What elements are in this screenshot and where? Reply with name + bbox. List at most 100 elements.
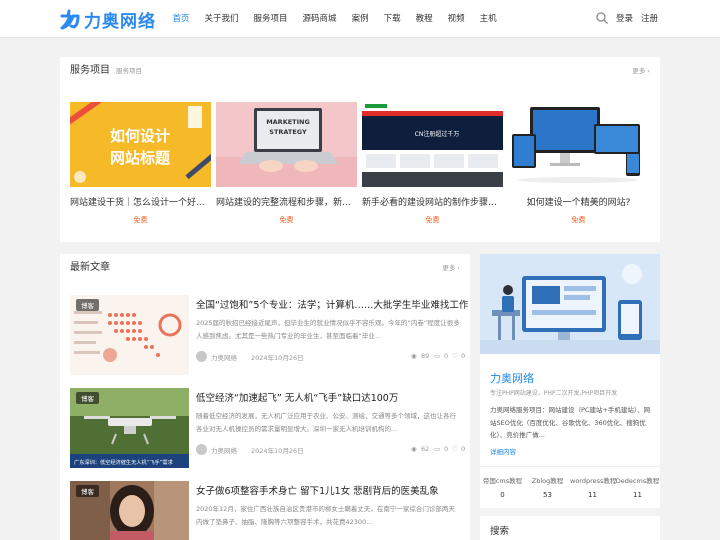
article-date: 2024年10月26日: [251, 354, 304, 362]
stat-label: Zblog教程: [531, 477, 564, 485]
thumb-text-line2: STRATEGY: [269, 128, 307, 136]
articles-more-link[interactable]: 更多 ›: [442, 254, 460, 282]
thumb-text-line1: MARKETING: [266, 118, 310, 126]
article-title[interactable]: 全国“过饱和”5个专业：法学；计算机……大批学生毕业难找工作: [196, 297, 468, 311]
login-link[interactable]: 登录: [616, 0, 633, 38]
service-price: 免费: [133, 216, 148, 224]
stat-item[interactable]: Zblog教程 53: [525, 475, 570, 499]
stat-item[interactable]: 帝国cms教程 0: [480, 475, 525, 499]
service-thumbnail: MARKETING STRATEGY: [216, 102, 357, 187]
service-name[interactable]: 网站建设干货｜怎么设计一个好...: [70, 195, 211, 208]
devices-illustration: [508, 102, 649, 187]
author-avatar: [196, 351, 207, 362]
nav-home[interactable]: 首页: [165, 0, 197, 38]
nav-download[interactable]: 下载: [376, 0, 408, 38]
nav-videos[interactable]: 视频: [440, 0, 472, 38]
article-date: 2024年10月26日: [251, 447, 304, 455]
service-thumbnail: 如何设计 网站标题: [70, 102, 211, 187]
stat-label: Dedecms教程: [615, 477, 660, 485]
service-price: 免费: [279, 216, 294, 224]
latest-articles-section: 最新文章 更多 › 博客 全国“过饱和”5个专业：法学；计算机……大批学生毕业难…: [60, 254, 470, 540]
service-card[interactable]: CN注册超过千万 新手必看的建设网站的制作步骤+... 免费: [362, 102, 503, 225]
logo-text: 力奥网络: [84, 11, 156, 32]
service-thumbnail: [508, 102, 649, 187]
author-avatar: [196, 444, 207, 455]
service-name[interactable]: 网站建设的完整流程和步骤，新...: [216, 195, 357, 208]
service-price: 免费: [425, 216, 440, 224]
article-item[interactable]: 博客 女子做6项整容手术身亡 留下1儿1女 悲剧背后的医美乱象 2020年12月…: [70, 481, 460, 540]
service-price: 免费: [571, 216, 586, 224]
service-name[interactable]: 新手必看的建设网站的制作步骤+...: [362, 195, 503, 208]
like-icon[interactable]: ♡: [452, 445, 458, 453]
services-subtitle: 服务项目: [116, 67, 142, 75]
stat-item[interactable]: wordpress教程 11: [570, 475, 617, 499]
article-meta: 力奥网络 2024年10月26日 ◉ 89 ▭ 0 ♡ 0: [196, 351, 465, 363]
main-nav: 首页 关于我们 服务项目 源码商城 案例 下载 教程 视频 主机: [165, 0, 504, 38]
search-widget: 搜索: [480, 516, 660, 540]
stat-value: 0: [500, 491, 505, 499]
divider: [480, 466, 660, 467]
nav-cases[interactable]: 案例: [344, 0, 376, 38]
site-logo[interactable]: 力奥网络: [60, 7, 156, 32]
views-icon: ◉: [411, 352, 417, 360]
article-excerpt: 随着低空经济的发展，无人机广泛应用于农业、公安、测绘、交通等多个领域，这也让各行…: [196, 412, 456, 433]
services-heading: 服务项目 服务项目: [70, 57, 142, 85]
stat-value: 53: [543, 491, 552, 499]
service-card[interactable]: 如何设计 网站标题 网站建设干货｜怎么设计一个好... 免费: [70, 102, 211, 225]
register-link[interactable]: 注册: [641, 0, 658, 38]
site-tagline: 专注PHP网站建设，PHP二次开发,PHP项目开发: [490, 390, 618, 397]
services-title: 服务项目: [70, 65, 110, 76]
thumb-banner-text: CN注册超过千万: [415, 130, 460, 138]
like-count: 0: [461, 445, 466, 453]
profile-card: 力奥网络 专注PHP网站建设，PHP二次开发,PHP项目开发 力奥网络服务项目：…: [480, 254, 660, 508]
article-meta: 力奥网络 2024年10月26日 ◉ 62 ▭ 0 ♡ 0: [196, 444, 465, 456]
nav-about[interactable]: 关于我们: [197, 0, 246, 38]
stat-value: 11: [588, 491, 597, 499]
article-author[interactable]: 力奥网络: [211, 352, 237, 362]
stat-item[interactable]: Dedecms教程 11: [615, 475, 660, 499]
service-card[interactable]: 如何建设一个精美的网站? 免费: [508, 102, 649, 225]
search-widget-title: 搜索: [490, 526, 510, 537]
comment-icon: ▭: [434, 352, 441, 360]
comment-count: 0: [444, 445, 449, 453]
stat-label: 帝国cms教程: [482, 477, 523, 485]
comment-count: 0: [444, 352, 449, 360]
view-count: 89: [421, 352, 430, 360]
article-thumbnail: 广东深圳：低空经济催生无人机“飞手”需求 博客: [70, 388, 189, 468]
site-description: 力奥网络服务项目：网站建设（PC建站+手机建站）、网站SEO优化（百度优化、谷歌…: [490, 406, 651, 439]
nav-source-mall[interactable]: 源码商城: [295, 0, 344, 38]
nav-hosting[interactable]: 主机: [472, 0, 504, 38]
like-count: 0: [461, 352, 466, 360]
design-title-illustration: 如何设计 网站标题: [70, 102, 211, 187]
stat-value: 11: [633, 491, 642, 499]
article-tag: 博客: [76, 299, 99, 311]
services-more-link[interactable]: 更多 ›: [632, 57, 650, 85]
views-icon: ◉: [411, 445, 417, 453]
articles-title: 最新文章: [70, 262, 110, 273]
thumb-caption: 广东深圳：低空经济催生无人机“飞手”需求: [74, 458, 174, 466]
service-thumbnail: CN注册超过千万: [362, 102, 503, 187]
search-icon[interactable]: [596, 12, 608, 24]
nav-tutorials[interactable]: 教程: [408, 0, 440, 38]
like-icon[interactable]: ♡: [452, 352, 458, 360]
profile-banner-illustration: [480, 254, 660, 354]
details-link[interactable]: 详细内容: [490, 446, 516, 456]
nav-services[interactable]: 服务项目: [246, 0, 295, 38]
stat-label: wordpress教程: [570, 477, 617, 485]
website-screenshot-thumb: CN注册超过千万: [362, 102, 503, 187]
article-excerpt: 2025届的秋招已经接近尾声，但毕业生的就业情况似乎不容乐观。今年的“内卷”程度…: [196, 319, 460, 340]
article-title[interactable]: 女子做6项整容手术身亡 留下1儿1女 悲剧背后的医美乱象: [196, 483, 439, 497]
article-item[interactable]: 广东深圳：低空经济催生无人机“飞手”需求 博客 低空经济“加速起飞” 无人机“飞…: [70, 388, 465, 468]
laptop-marketing-photo: MARKETING STRATEGY: [216, 102, 357, 187]
article-thumbnail: 博客: [70, 481, 189, 540]
article-author[interactable]: 力奥网络: [211, 445, 237, 455]
article-title[interactable]: 低空经济“加速起飞” 无人机“飞手”缺口达100万: [196, 390, 398, 404]
comment-icon: ▭: [434, 445, 441, 453]
logo-icon: [60, 9, 80, 30]
service-card[interactable]: MARKETING STRATEGY 网站建设的完整流程和步骤，新... 免费: [216, 102, 357, 225]
thumb-text-line1: 如何设计: [110, 127, 170, 145]
view-count: 62: [421, 445, 430, 453]
service-name[interactable]: 如何建设一个精美的网站?: [508, 195, 649, 208]
site-name: 力奥网络: [490, 372, 534, 385]
article-item[interactable]: 博客 全国“过饱和”5个专业：法学；计算机……大批学生毕业难找工作 2025届的…: [70, 295, 468, 375]
